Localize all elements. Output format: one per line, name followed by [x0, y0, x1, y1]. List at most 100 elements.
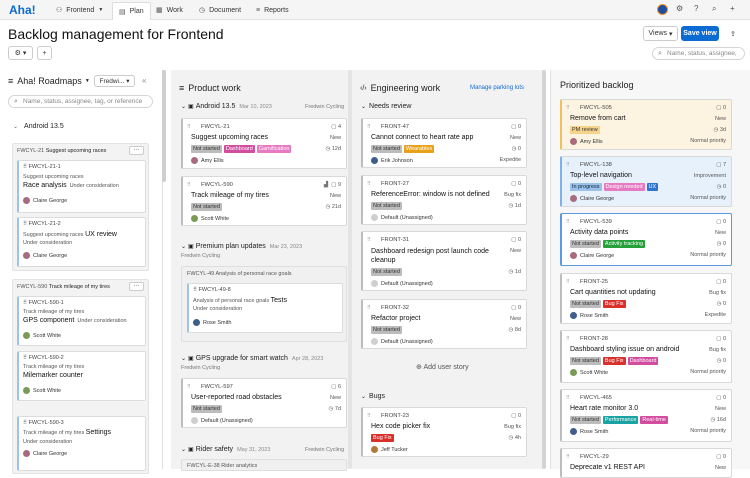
requirement-card[interactable]: ⠿ FWCYL-590-1 Track mileage of my tires … [17, 296, 146, 346]
assignee: Erik Johnson [371, 157, 413, 164]
filter-value: Fredwi... [99, 77, 125, 85]
chevron-down-icon: ⌄ [181, 244, 187, 250]
release-section[interactable]: ⌄ ▣ Android 13.5 Mar 10, 2023 [181, 103, 272, 110]
engineering-scrollbar[interactable] [542, 70, 546, 469]
status-badge: Not started [191, 405, 222, 413]
backlog-card[interactable]: ⠿ FWCYL-505 ▢ 0 Remove from cart New PM revie… [560, 99, 732, 150]
share-icon[interactable]: ⇪ [724, 26, 742, 41]
card-id: FWCYL-21-1 [28, 164, 61, 170]
comment-count: ▢ 0 [511, 181, 521, 187]
feature-card[interactable]: ⠿ FWCYL-597 ▢ 6 User-reported road obsta… [181, 378, 347, 428]
section-name: Rider safety [195, 446, 234, 453]
story-card[interactable]: ⠿ FRONT-47 ▢ 0 Cannot connect to heart r… [361, 118, 527, 168]
release-section[interactable]: ⌄ ▣ Rider safety May 31, 2023 [181, 446, 270, 453]
reports-icon: ≡ [256, 6, 261, 14]
add-button[interactable]: + [37, 46, 52, 60]
left-scrollbar[interactable] [162, 70, 166, 182]
release-android[interactable]: ⌄ Android 13.5 [13, 123, 64, 130]
card-id: FWCYL-590-2 [28, 355, 64, 361]
save-view-button[interactable]: Save view [681, 26, 719, 41]
backlog-card[interactable]: ⠿ FRONT-28 ▢ 0 Dashboard styling issue on a… [560, 330, 732, 383]
assignee: Claire George [23, 252, 67, 259]
search-icon[interactable]: ⌕ [712, 4, 716, 14]
feature-card[interactable]: ⠿ FWCYL-21 ▢ 4 Suggest upcoming races Ne… [181, 118, 347, 169]
column-title: Product work [188, 83, 241, 93]
story-card[interactable]: ⠿ FRONT-23 ▢ 0 Hex code picker fix Bug f… [361, 407, 527, 457]
backlog-card[interactable]: ⠿ FWCYL-29 ▢ 0 Deprecate v1 REST API New [560, 448, 732, 478]
calendar-icon: ▣ [188, 447, 194, 453]
requirement-card[interactable]: ⠿ FWCYL-590-3 Track mileage of my tires … [17, 416, 146, 471]
status-badge: In progress [570, 183, 602, 191]
tab-reports[interactable]: ≡ Reports [250, 2, 295, 18]
backlog-card[interactable]: ⠿ FWCYL-539 ▢ 0 Activity data points New Not … [560, 213, 732, 266]
requirement-card[interactable]: ⠿ FWCYL-590-2 Track mileage of my tires … [17, 351, 146, 401]
backlog-card[interactable]: ⠿ FRONT-25 ▢ 0 Cart quantities not updating… [560, 273, 732, 324]
grip-icon: ⠿ [367, 305, 371, 311]
column-title: Engineering work [370, 83, 441, 93]
grip-icon: ⠿ FWCYL-590-3 [23, 420, 64, 426]
backlog-card[interactable]: ⠿ FWCYL-465 ▢ 0 Heart rate monitor 3.0 New No… [560, 389, 732, 442]
tag-badge: Bug Fix [602, 357, 626, 365]
views-dropdown[interactable]: Views ▾ [643, 26, 678, 41]
needs-review-section[interactable]: ⌄ Needs review [361, 103, 411, 110]
assignee: Default (Unassigned) [371, 280, 433, 287]
card-title: Dashboard redesign post launch code clea… [371, 248, 489, 264]
help-icon[interactable]: ? [694, 4, 698, 13]
workspace-switcher[interactable]: ⚇ Frontend ▼ [50, 2, 109, 18]
comment-count: ▢ 0 [511, 305, 521, 311]
chevron-down-icon[interactable]: ▼ [85, 78, 90, 84]
status-badge: Not started [191, 203, 222, 211]
card-title: Refactor project [371, 315, 421, 322]
card-title: Top-level navigation [570, 172, 632, 179]
tab-plan[interactable]: ▤ Plan [112, 2, 151, 20]
release-section[interactable]: ⌄ ▣ GPS upgrade for smart watch Apr 28, 202… [181, 355, 323, 362]
story-card[interactable]: ⠿ FRONT-31 ▢ 0 Dashboard redesign post l… [361, 231, 527, 291]
requirement-card[interactable]: ⠿ FWCYL-21-2 Suggest upcoming races UX r… [17, 217, 146, 267]
chevron-down-icon: ⌄ [361, 104, 367, 110]
aha-logo[interactable]: Aha! [9, 3, 36, 17]
card-tags: Not started [371, 202, 402, 210]
document-icon: ◷ [199, 7, 206, 14]
roadmap-search-input[interactable]: ⌕ Name, status, assignee, tag, or referen… [8, 95, 153, 108]
add-user-story-button[interactable]: ⊕ Add user story [416, 363, 469, 371]
priority: Expedite [499, 157, 521, 163]
card-title: Hex code picker fix [371, 423, 431, 430]
more-options-button[interactable]: ··· [129, 146, 144, 155]
due-clock: ◷ 8d [508, 327, 521, 333]
card-type: Bug fix [709, 290, 726, 296]
release-section[interactable]: ⌄ ▣ Premium plan updates Mar 23, 2023 [181, 243, 302, 250]
comment-count: ▢ 0 [511, 124, 521, 130]
manage-parking-lots-link[interactable]: Manage parking lots [470, 85, 524, 91]
assignee: Claire George [23, 450, 67, 457]
add-icon[interactable]: + [730, 4, 735, 13]
comment-count: ▢ 0 [716, 395, 726, 401]
tab-document[interactable]: ◷ Document [193, 2, 247, 18]
story-card[interactable]: ⠿ FRONT-32 ▢ 0 Refactor project New Not … [361, 299, 527, 349]
settings-icon[interactable]: ⚙ [676, 4, 683, 13]
collapse-icon[interactable]: « [142, 76, 146, 85]
requirement-card[interactable]: ⠿ FWCYL-49-8 Analysis of personal race g… [187, 283, 343, 333]
chevron-down-icon: ⌄ [181, 447, 187, 453]
feature-card[interactable]: ⠿ FWCYL-590 ▟ ▢ 9 Track mileage of my ti… [181, 176, 347, 226]
roadmaps-header: ≡ Aha! Roadmaps ▼ [8, 76, 90, 86]
bugs-section[interactable]: ⌄ Bugs [361, 393, 385, 400]
board-search-input[interactable]: ⌕ Name, status, assignee, [652, 47, 745, 60]
tag-badge: Wearables [403, 145, 435, 153]
section-name: Premium plan updates [195, 243, 266, 250]
backlog-card[interactable]: ⠿ FWCYL-138 ▢ 7 Top-level navigation Improve… [560, 156, 732, 207]
status-badge: Not started [570, 240, 601, 248]
story-card[interactable]: ⠿ FRONT-27 ▢ 0 ReferenceError: window is… [361, 175, 527, 225]
more-options-button[interactable]: ··· [129, 282, 144, 291]
tab-work[interactable]: ▦ Work [150, 2, 189, 18]
card-type: New [509, 248, 521, 254]
list-icon: ≡ [179, 83, 185, 93]
grip-icon: ⠿ FWCYL-21-2 [23, 221, 61, 227]
requirement-card[interactable]: ⠿ FWCYL-21-1 Suggest upcoming races Race… [17, 160, 146, 213]
user-avatar[interactable] [657, 4, 668, 15]
due-clock: ◷ 0 [716, 184, 726, 190]
product-scrollbar[interactable] [348, 70, 352, 469]
roadmap-filter-select[interactable]: Fredwi... ▾ [94, 75, 135, 87]
comment-count: ▢ 0 [716, 279, 726, 285]
tag-badge: Dashboard [627, 357, 659, 365]
settings-menu-button[interactable]: ⚙ ▾ [8, 46, 33, 60]
